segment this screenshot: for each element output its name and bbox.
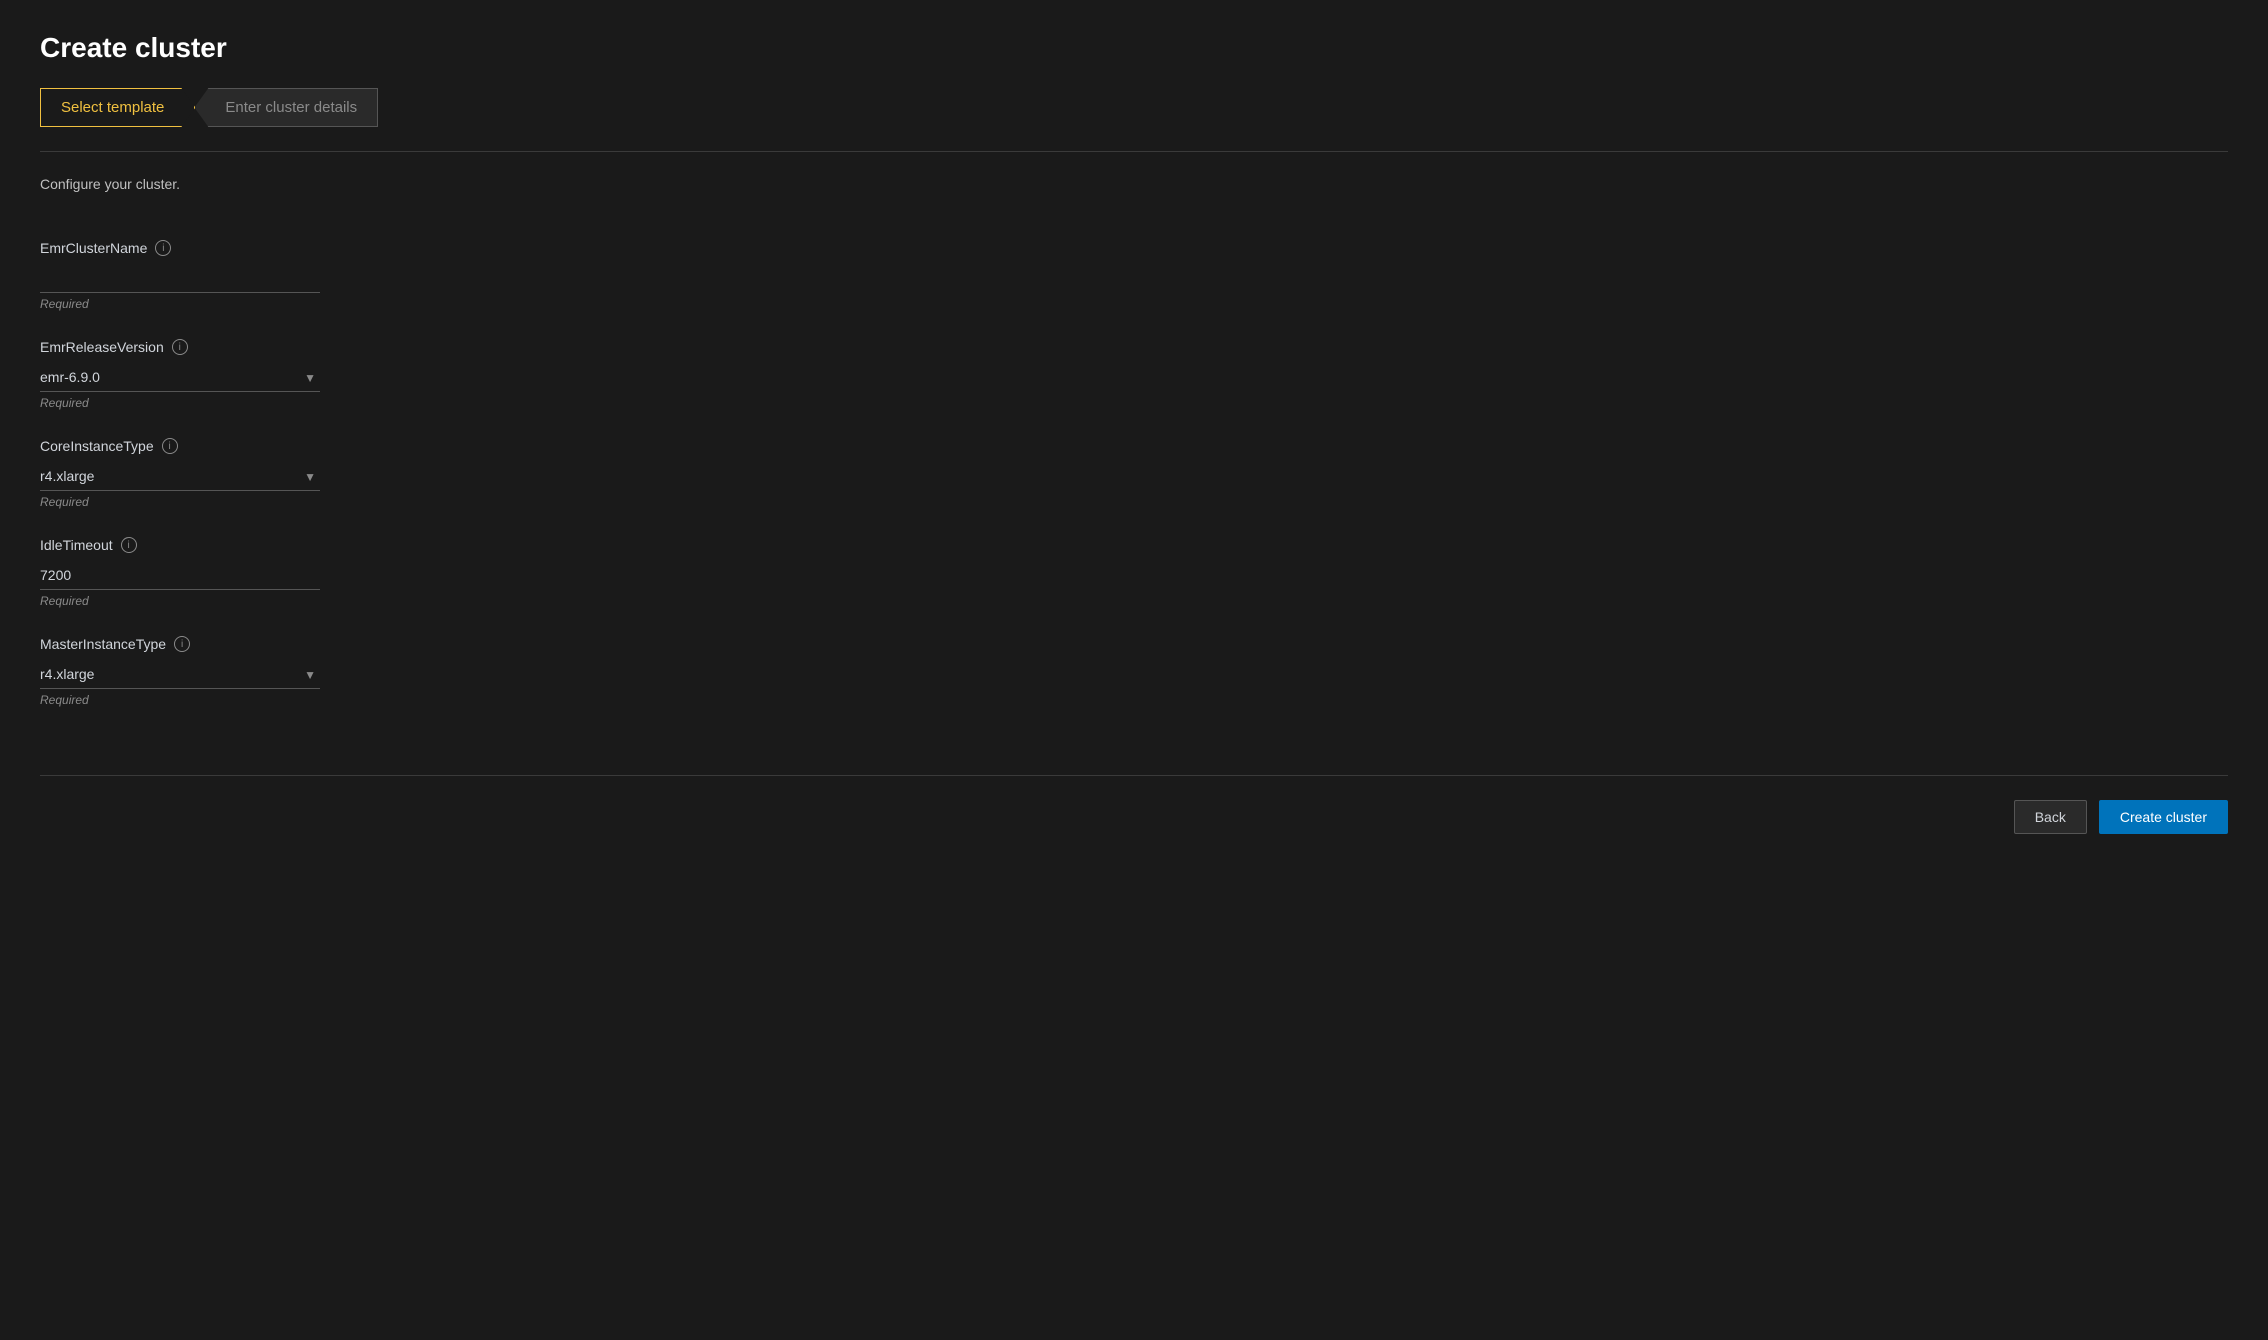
form-description: Configure your cluster. [40, 176, 2228, 192]
field-group-emr-cluster-name: EmrClusterName i Required [40, 240, 2228, 311]
field-group-core-instance-type: CoreInstanceType i r4.xlarge r4.2xlarge … [40, 438, 2228, 509]
create-cluster-button[interactable]: Create cluster [2099, 800, 2228, 834]
idle-timeout-required: Required [40, 594, 2228, 608]
step2-label: Enter cluster details [225, 99, 357, 116]
emr-release-version-select[interactable]: emr-6.9.0 emr-6.8.0 emr-6.7.0 [40, 363, 320, 392]
step1-label: Select template [61, 99, 164, 116]
core-instance-type-info-icon[interactable]: i [162, 438, 178, 454]
field-group-emr-release-version: EmrReleaseVersion i emr-6.9.0 emr-6.8.0 … [40, 339, 2228, 410]
bottom-divider [40, 775, 2228, 776]
master-instance-type-required: Required [40, 693, 2228, 707]
idle-timeout-info-icon[interactable]: i [121, 537, 137, 553]
emr-release-version-label: EmrReleaseVersion i [40, 339, 2228, 355]
emr-release-version-select-wrapper: emr-6.9.0 emr-6.8.0 emr-6.7.0 ▼ [40, 363, 320, 392]
emr-release-version-required: Required [40, 396, 2228, 410]
master-instance-type-info-icon[interactable]: i [174, 636, 190, 652]
core-instance-type-select[interactable]: r4.xlarge r4.2xlarge m5.xlarge [40, 462, 320, 491]
emr-cluster-name-label: EmrClusterName i [40, 240, 2228, 256]
back-button[interactable]: Back [2014, 800, 2087, 834]
core-instance-type-required: Required [40, 495, 2228, 509]
step-select-template[interactable]: Select template [40, 88, 195, 127]
action-buttons: Back Create cluster [40, 800, 2228, 834]
emr-cluster-name-input[interactable] [40, 264, 320, 293]
form-section: EmrClusterName i Required EmrReleaseVers… [40, 220, 2228, 755]
core-instance-type-select-wrapper: r4.xlarge r4.2xlarge m5.xlarge ▼ [40, 462, 320, 491]
master-instance-type-label: MasterInstanceType i [40, 636, 2228, 652]
core-instance-type-label: CoreInstanceType i [40, 438, 2228, 454]
stepper: Select template Enter cluster details [40, 88, 2228, 127]
page-title: Create cluster [40, 32, 2228, 64]
field-group-master-instance-type: MasterInstanceType i r4.xlarge r4.2xlarg… [40, 636, 2228, 707]
emr-cluster-name-info-icon[interactable]: i [155, 240, 171, 256]
step-enter-cluster-details[interactable]: Enter cluster details [194, 88, 378, 127]
field-group-idle-timeout: IdleTimeout i Required [40, 537, 2228, 608]
bottom-section: Back Create cluster [40, 775, 2228, 834]
master-instance-type-select[interactable]: r4.xlarge r4.2xlarge m5.xlarge [40, 660, 320, 689]
emr-release-version-info-icon[interactable]: i [172, 339, 188, 355]
idle-timeout-input[interactable] [40, 561, 320, 590]
idle-timeout-label: IdleTimeout i [40, 537, 2228, 553]
master-instance-type-select-wrapper: r4.xlarge r4.2xlarge m5.xlarge ▼ [40, 660, 320, 689]
emr-cluster-name-required: Required [40, 297, 2228, 311]
top-divider [40, 151, 2228, 152]
